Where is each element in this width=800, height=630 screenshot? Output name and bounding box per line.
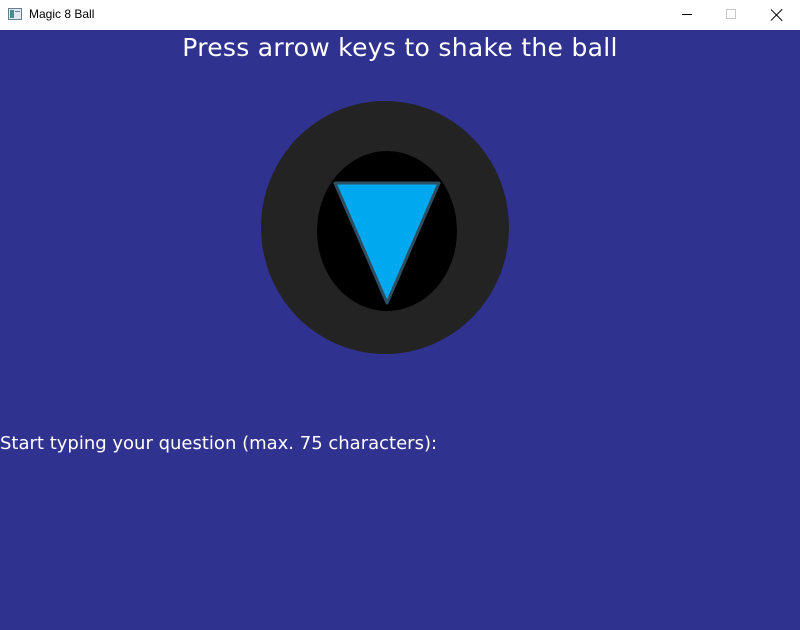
question-prompt: Start typing your question (max. 75 char… xyxy=(0,433,438,454)
game-canvas[interactable]: Press arrow keys to shake the ball Start… xyxy=(0,30,800,630)
maximize-icon xyxy=(726,9,736,19)
magic-8-ball[interactable] xyxy=(261,101,509,354)
close-button[interactable] xyxy=(754,0,800,30)
minimize-icon xyxy=(682,14,692,15)
window-title: Magic 8 Ball xyxy=(29,7,95,21)
title-bar[interactable]: Magic 8 Ball xyxy=(0,0,800,30)
close-icon xyxy=(770,8,784,22)
app-window-icon xyxy=(8,8,22,20)
app-window: Magic 8 Ball Press arrow keys to shake t… xyxy=(0,0,800,630)
maximize-button[interactable] xyxy=(708,0,754,30)
minimize-button[interactable] xyxy=(664,0,710,30)
instruction-text: Press arrow keys to shake the ball xyxy=(182,33,618,62)
